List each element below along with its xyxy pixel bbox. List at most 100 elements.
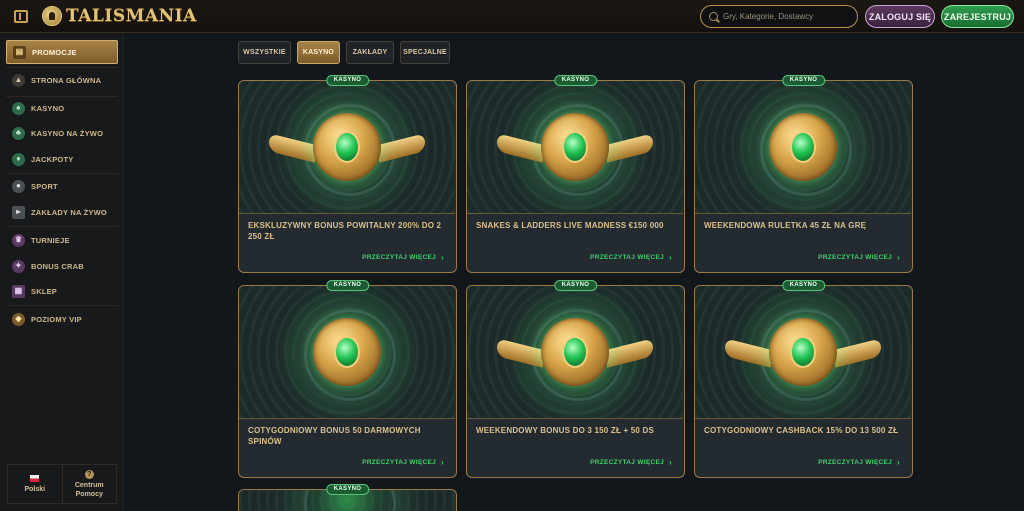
sidebar-item-live-casino[interactable]: ♣ KASYNO NA ŻYWO [6, 121, 118, 145]
category-badge: KASYNO [325, 280, 370, 291]
read-more-label: PRZECZYTAJ WIĘCEJ [818, 254, 893, 261]
promo-card[interactable]: KASYNO COTYGODNIOWY BONUS 50 DARMOWYCH S… [238, 280, 457, 478]
scarab-logo-icon [42, 6, 62, 26]
promo-card-partial[interactable]: KASYNO [238, 484, 457, 511]
language-label: Polski [24, 485, 46, 493]
sidebar-item-label: JACKPOTY [31, 154, 74, 164]
promo-title: WEEKENDOWA RULETKA 45 ZŁ NA GRĘ [704, 221, 867, 230]
sidebar-toggle-icon[interactable] [14, 10, 28, 23]
tab-all[interactable]: WSZYSTKIE [238, 41, 291, 64]
sidebar-item-tournaments[interactable]: ♛ TURNIEJE [6, 228, 118, 252]
sidebar-item-label: TURNIEJE [31, 235, 70, 245]
scarab-emblem-image [239, 81, 455, 214]
register-button[interactable]: ZAREJESTRUJ [941, 5, 1014, 28]
read-more-link[interactable]: PRZECZYTAJ WIĘCEJ › [590, 253, 672, 262]
promo-title: COTYGODNIOWY CASHBACK 15% DO 13 500 ZŁ [704, 426, 899, 435]
read-more-label: PRZECZYTAJ WIĘCEJ [362, 459, 437, 466]
divider [6, 226, 118, 227]
logo[interactable]: TALISMANIA [42, 4, 197, 28]
help-icon: ? [84, 469, 94, 479]
read-more-link[interactable]: PRZECZYTAJ WIĘCEJ › [590, 458, 672, 467]
sidebar-item-promotions[interactable]: ▤ PROMOCJE [6, 40, 118, 64]
promo-title: EKSKLUZYWNY BONUS POWITALNY 200% DO 2 25… [248, 221, 442, 241]
sidebar-item-label: POZIOMY VIP [31, 314, 82, 324]
read-more-link[interactable]: PRZECZYTAJ WIĘCEJ › [362, 458, 444, 467]
promo-title: SNAKES & LADDERS LIVE MADNESS €150 000 [476, 221, 664, 230]
chevron-right-icon: › [441, 253, 444, 262]
promo-card[interactable]: KASYNO EKSKLUZYWNY BONUS POWITALNY 200% … [238, 75, 457, 273]
shop-icon: ▦ [12, 284, 25, 298]
category-badge: KASYNO [325, 484, 370, 495]
live-casino-icon: ♣ [12, 126, 25, 140]
cobra-icon [541, 318, 609, 386]
home-icon: ▲ [12, 73, 25, 87]
sidebar-item-live-bets[interactable]: ▸ ZAKŁADY NA ŻYWO [6, 200, 118, 224]
promo-card[interactable]: KASYNO WEEKENDOWY BONUS DO 3 150 ZŁ + 50… [466, 280, 685, 478]
help-label-line1: Centrum [74, 481, 104, 489]
sidebar-item-shop[interactable]: ▦ SKLEP [6, 279, 118, 303]
help-center-link[interactable]: ? Centrum Pomocy [61, 465, 117, 503]
read-more-label: PRZECZYTAJ WIĘCEJ [590, 459, 665, 466]
sidebar-item-jackpots[interactable]: ♦ JACKPOTY [6, 147, 118, 171]
help-label-line2: Pomocy [75, 490, 103, 498]
read-more-label: PRZECZYTAJ WIĘCEJ [362, 254, 437, 261]
tab-special[interactable]: SPECJALNE [400, 41, 450, 64]
language-selector[interactable]: Polski [8, 465, 62, 503]
live-bets-icon: ▸ [12, 205, 25, 219]
sidebar-item-bonus-crab[interactable]: ✦ BONUS CRAB [6, 254, 118, 278]
read-more-link[interactable]: PRZECZYTAJ WIĘCEJ › [362, 253, 444, 262]
sidebar-item-label: KASYNO NA ŻYWO [31, 128, 104, 138]
search-box[interactable] [700, 5, 858, 28]
horus-falcon-image [239, 286, 455, 419]
sidebar-item-label: PROMOCJE [32, 47, 77, 57]
top-bar: TALISMANIA ZALOGUJ SIĘ ZAREJESTRUJ [0, 0, 1024, 33]
sidebar-item-label: SPORT [31, 181, 58, 191]
read-more-label: PRZECZYTAJ WIĘCEJ [818, 459, 893, 466]
chevron-right-icon: › [441, 458, 444, 467]
read-more-link[interactable]: PRZECZYTAJ WIĘCEJ › [818, 458, 900, 467]
sidebar-item-home[interactable]: ▲ STRONA GŁÓWNA [6, 68, 118, 92]
sidebar-item-label: ZAKŁADY NA ŻYWO [31, 207, 107, 217]
winged-ankh-image [695, 286, 911, 419]
sidebar-item-vip[interactable]: ◆ POZIOMY VIP [6, 307, 118, 331]
read-more-label: PRZECZYTAJ WIĘCEJ [590, 254, 665, 261]
winged-ankh-image [467, 81, 683, 214]
crab-icon: ✦ [12, 259, 25, 273]
ankh-icon [541, 113, 609, 181]
category-badge: KASYNO [553, 75, 598, 86]
falcon-icon [313, 318, 381, 386]
promo-title: WEEKENDOWY BONUS DO 3 150 ZŁ + 50 DS [476, 426, 654, 435]
sport-icon: ● [12, 179, 25, 193]
promo-card[interactable]: KASYNO COTYGODNIOWY CASHBACK 15% DO 13 5… [694, 280, 913, 478]
sidebar-item-label: SKLEP [31, 286, 58, 296]
logo-text: TALISMANIA [66, 6, 197, 26]
trophy-icon: ♛ [12, 233, 25, 247]
sidebar-item-label: BONUS CRAB [31, 261, 84, 271]
chevron-right-icon: › [897, 253, 900, 262]
chevron-right-icon: › [669, 458, 672, 467]
promo-title: COTYGODNIOWY BONUS 50 DARMOWYCH SPINÓW [248, 426, 421, 446]
promo-icon: ▤ [13, 45, 26, 59]
promo-card[interactable]: KASYNO SNAKES & LADDERS LIVE MADNESS €15… [466, 75, 685, 273]
poland-flag-icon [30, 474, 40, 482]
category-badge: KASYNO [325, 75, 370, 86]
eye-of-horus-image [695, 81, 911, 214]
login-button[interactable]: ZALOGUJ SIĘ [865, 5, 935, 28]
eye-of-horus-icon [769, 113, 837, 181]
ankh-icon [769, 318, 837, 386]
promo-card[interactable]: KASYNO WEEKENDOWA RULETKA 45 ZŁ NA GRĘ P… [694, 75, 913, 273]
sidebar-item-casino[interactable]: ♠ KASYNO [6, 96, 118, 120]
vip-icon: ◆ [12, 312, 25, 326]
search-input[interactable] [723, 12, 853, 21]
category-badge: KASYNO [553, 280, 598, 291]
sidebar-item-label: STRONA GŁÓWNA [31, 75, 102, 85]
sidebar: ▤ PROMOCJE ▲ STRONA GŁÓWNA ♠ KASYNO ♣ KA… [0, 34, 124, 511]
sidebar-item-label: KASYNO [31, 103, 65, 113]
read-more-link[interactable]: PRZECZYTAJ WIĘCEJ › [818, 253, 900, 262]
sidebar-item-sport[interactable]: ● SPORT [6, 174, 118, 198]
tab-casino[interactable]: KASYNO [297, 41, 340, 64]
tab-bets[interactable]: ZAKŁADY [346, 41, 394, 64]
chevron-right-icon: › [897, 458, 900, 467]
winged-cobra-image [467, 286, 683, 419]
category-badge: KASYNO [781, 280, 826, 291]
